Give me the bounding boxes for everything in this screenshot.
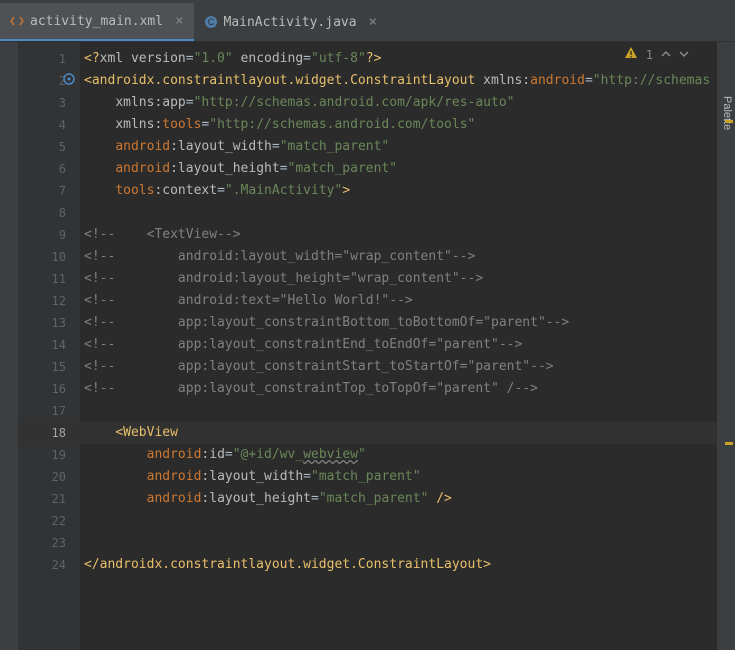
- line-number[interactable]: 11: [18, 268, 80, 290]
- line-number[interactable]: 5: [18, 136, 80, 158]
- line-number[interactable]: 13: [18, 312, 80, 334]
- code-line[interactable]: android:layout_height="match_parent": [80, 158, 717, 180]
- code-line[interactable]: <!-- android:layout_height="wrap_content…: [80, 268, 717, 290]
- line-number[interactable]: 16: [18, 378, 80, 400]
- code-line[interactable]: <!-- <TextView-->: [80, 224, 717, 246]
- palette-panel-tab[interactable]: Palette: [719, 92, 735, 134]
- code-line[interactable]: <!-- android:layout_width="wrap_content"…: [80, 246, 717, 268]
- editor-tabs: activity_main.xml × C MainActivity.java …: [0, 0, 735, 42]
- inspection-status: 1: [624, 46, 689, 63]
- line-number[interactable]: 14: [18, 334, 80, 356]
- line-number[interactable]: 8: [18, 202, 80, 224]
- line-number[interactable]: 20: [18, 466, 80, 488]
- close-icon[interactable]: ×: [369, 14, 377, 30]
- code-line[interactable]: xmlns:app="http://schemas.android.com/ap…: [80, 92, 717, 114]
- target-icon[interactable]: [62, 72, 76, 86]
- line-number[interactable]: 21: [18, 488, 80, 510]
- line-number[interactable]: 7: [18, 180, 80, 202]
- line-number[interactable]: 18: [18, 422, 80, 444]
- tab-activity-main-xml[interactable]: activity_main.xml ×: [0, 3, 194, 41]
- line-number[interactable]: 23: [18, 532, 80, 554]
- line-number[interactable]: 1: [18, 48, 80, 70]
- line-number[interactable]: 24: [18, 554, 80, 576]
- line-number[interactable]: 19: [18, 444, 80, 466]
- line-number[interactable]: 6: [18, 158, 80, 180]
- line-number[interactable]: 9: [18, 224, 80, 246]
- line-number[interactable]: 22: [18, 510, 80, 532]
- code-line[interactable]: <WebView: [80, 422, 717, 444]
- svg-text:C: C: [207, 17, 214, 27]
- java-class-icon: C: [204, 15, 218, 29]
- right-tool-bar[interactable]: Palette: [717, 42, 735, 650]
- code-line[interactable]: <!-- app:layout_constraintStart_toStartO…: [80, 356, 717, 378]
- tab-label: MainActivity.java: [224, 15, 357, 30]
- code-line[interactable]: <?xml version="1.0" encoding="utf-8"?>: [80, 48, 717, 70]
- warning-marker[interactable]: [725, 442, 733, 445]
- tab-label: activity_main.xml: [30, 14, 163, 29]
- line-number[interactable]: 17: [18, 400, 80, 422]
- code-line[interactable]: <!-- app:layout_constraintTop_toTopOf="p…: [80, 378, 717, 400]
- code-line[interactable]: android:layout_width="match_parent": [80, 136, 717, 158]
- code-line[interactable]: [80, 202, 717, 224]
- tab-mainactivity-java[interactable]: C MainActivity.java ×: [194, 3, 388, 41]
- warning-icon[interactable]: [624, 46, 638, 63]
- line-number-gutter[interactable]: 123456789101112131415161718192021222324: [18, 42, 80, 650]
- code-line[interactable]: <!-- app:layout_constraintEnd_toEndOf="p…: [80, 334, 717, 356]
- code-line[interactable]: [80, 532, 717, 554]
- chevron-down-icon[interactable]: [679, 48, 689, 62]
- code-editor[interactable]: 1 <?xml version="1.0" encoding="utf-8"?>…: [80, 42, 717, 650]
- code-line[interactable]: android:id="@+id/wv_webview": [80, 444, 717, 466]
- code-line[interactable]: xmlns:tools="http://schemas.android.com/…: [80, 114, 717, 136]
- editor-main: 123456789101112131415161718192021222324 …: [0, 42, 735, 650]
- warning-count: 1: [646, 48, 653, 62]
- code-line[interactable]: <androidx.constraintlayout.widget.Constr…: [80, 70, 717, 92]
- close-icon[interactable]: ×: [175, 13, 183, 29]
- code-line[interactable]: [80, 510, 717, 532]
- code-line[interactable]: android:layout_width="match_parent": [80, 466, 717, 488]
- warning-marker[interactable]: [725, 120, 733, 123]
- line-number[interactable]: 15: [18, 356, 80, 378]
- line-number[interactable]: 4: [18, 114, 80, 136]
- code-line[interactable]: <!-- android:text="Hello World!"-->: [80, 290, 717, 312]
- chevron-up-icon[interactable]: [661, 48, 671, 62]
- code-line[interactable]: </androidx.constraintlayout.widget.Const…: [80, 554, 717, 576]
- line-number[interactable]: 12: [18, 290, 80, 312]
- code-line[interactable]: android:layout_height="match_parent" />: [80, 488, 717, 510]
- line-number[interactable]: 3: [18, 92, 80, 114]
- xml-file-icon: [10, 14, 24, 28]
- left-tool-bar[interactable]: [0, 42, 18, 650]
- code-line[interactable]: <!-- app:layout_constraintBottom_toBotto…: [80, 312, 717, 334]
- code-line[interactable]: [80, 400, 717, 422]
- line-number[interactable]: 10: [18, 246, 80, 268]
- code-line[interactable]: tools:context=".MainActivity">: [80, 180, 717, 202]
